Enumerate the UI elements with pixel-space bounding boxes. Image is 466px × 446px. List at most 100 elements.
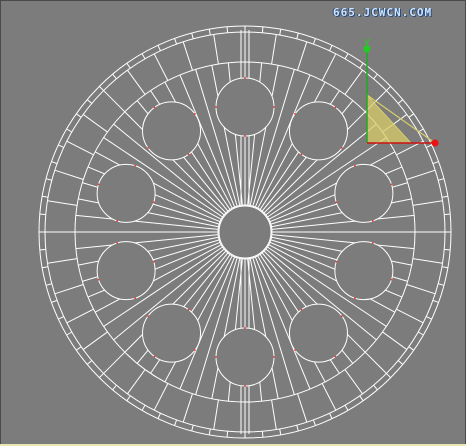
rim-segment-edge — [408, 113, 415, 118]
vertex-marker — [187, 308, 190, 311]
vertex-marker — [215, 106, 217, 108]
vertex-marker — [273, 106, 275, 108]
wireframe-wheel[interactable]: y — [1, 1, 465, 445]
x-axis-end-icon[interactable] — [431, 139, 439, 147]
vertex-marker — [294, 112, 296, 115]
rim-segment-edge — [432, 299, 439, 303]
rim-segment-edge — [261, 26, 264, 33]
rim-segment-edge — [86, 360, 93, 365]
ring-segment-edge — [182, 393, 193, 423]
ring-segment-edge — [54, 169, 84, 180]
vertex-marker — [244, 135, 246, 137]
ring-segment-edge — [321, 383, 337, 411]
vertex-marker — [97, 183, 100, 186]
vertex-marker — [335, 201, 338, 204]
vertex-marker — [134, 164, 136, 167]
rim-segment-edge — [126, 395, 131, 402]
rim-segment-edge — [66, 128, 73, 133]
rim-segment-edge — [112, 384, 117, 391]
rim-segment-edge — [191, 32, 194, 39]
vertex-marker — [390, 278, 393, 281]
vertex-marker — [390, 183, 393, 186]
rim-segment-edge — [344, 53, 349, 60]
ring-segment-edge — [406, 284, 436, 295]
vertex-marker — [354, 297, 356, 300]
rim-segment-edge — [86, 99, 93, 104]
ring-segment-edge — [271, 34, 277, 65]
rim-segment-edge — [191, 425, 194, 432]
ring-segment-edge — [47, 200, 78, 206]
y-axis-label: y — [364, 36, 370, 47]
rim-segment-edge — [296, 425, 299, 432]
rim-segment-edge — [359, 395, 364, 402]
rim-segment-edge — [397, 99, 404, 104]
rim-segment-edge — [329, 45, 333, 51]
vertex-marker — [300, 153, 303, 156]
ring-segment-edge — [321, 53, 337, 81]
rim-segment-edge — [208, 428, 211, 435]
ring-segment-edge — [66, 308, 94, 324]
ring-segment-edge — [127, 369, 146, 395]
rim-segment-edge — [58, 144, 64, 148]
bolt-hole — [215, 77, 275, 137]
rim-segment-edge — [51, 299, 58, 303]
ring-segment-edge — [406, 169, 436, 180]
vertex-marker — [334, 355, 337, 358]
vertex-marker — [147, 315, 149, 317]
rim-segment-edge — [441, 266, 448, 269]
vertex-marker — [153, 106, 156, 109]
vertex-marker — [341, 147, 343, 149]
rim-segment-edge — [45, 283, 52, 286]
rim-segment-edge — [226, 431, 229, 438]
rim-segment-edge — [39, 213, 46, 216]
bolt-hole — [142, 101, 202, 161]
vertex-marker — [244, 77, 246, 79]
rim-segment-edge — [373, 73, 378, 80]
rim-segment-edge — [438, 178, 445, 181]
rim-segment-edge — [408, 346, 415, 351]
rim-segment-edge — [157, 45, 161, 51]
transform-gizmo[interactable]: y — [363, 36, 439, 147]
ring-segment-edge — [66, 140, 94, 156]
rim-segment-edge — [141, 404, 146, 411]
rim-segment-edge — [373, 384, 378, 391]
vertex-marker — [294, 349, 296, 352]
vertex-marker — [187, 153, 190, 156]
rim-segment-edge — [98, 85, 104, 91]
rim-segment-edge — [444, 248, 451, 251]
bolt-hole — [288, 101, 348, 161]
vertex-marker — [354, 164, 356, 167]
rim-segment-edge — [42, 195, 49, 198]
ring-segment-edge — [344, 69, 363, 95]
vertex-marker — [371, 242, 374, 244]
rim-segment-edge — [444, 213, 451, 216]
ring-segment-edge — [297, 41, 308, 71]
vertex-marker — [335, 260, 338, 263]
vertex-marker — [273, 356, 275, 358]
rim-segment-edge — [296, 32, 299, 39]
perspective-viewport[interactable]: y 665.JCWCN.COM — [0, 0, 466, 446]
vertex-marker — [153, 355, 156, 358]
vertex-marker — [116, 242, 119, 244]
ring-segment-edge — [412, 258, 443, 264]
ring-segment-edge — [396, 308, 424, 324]
ring-segment-edge — [103, 351, 126, 374]
vertex-marker — [194, 349, 196, 352]
bolt-hole — [288, 303, 348, 363]
bolt-hole — [334, 241, 394, 301]
rim-segment-edge — [141, 53, 146, 60]
ring-segment-edge — [153, 53, 169, 81]
rim-segment-edge — [279, 428, 282, 435]
rim-segment-edge — [51, 161, 58, 165]
ring-segment-edge — [213, 399, 219, 430]
vertex-marker — [300, 308, 303, 311]
ring-segment-edge — [182, 41, 193, 71]
rim-segment-edge — [397, 360, 404, 365]
rim-segment-edge — [208, 29, 211, 36]
rim-segment-edge — [112, 73, 117, 80]
rim-segment-edge — [441, 195, 448, 198]
vertex-marker — [371, 220, 374, 222]
bolt-hole — [96, 163, 156, 223]
rim-segment-edge — [438, 283, 445, 286]
vertex-marker — [194, 112, 196, 115]
